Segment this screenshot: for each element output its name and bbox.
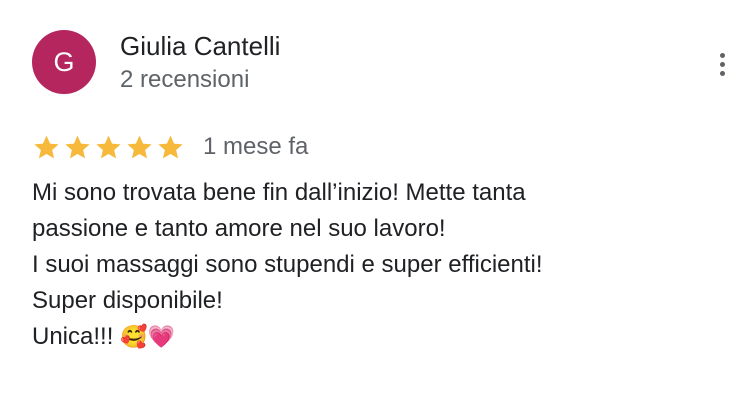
star-icon bbox=[34, 135, 59, 158]
avatar[interactable]: G bbox=[32, 30, 96, 94]
more-vert-icon-dot bbox=[719, 61, 725, 67]
review-line: I suoi massaggi sono stupendi e super ef… bbox=[32, 251, 543, 278]
star-icon bbox=[96, 135, 121, 158]
review-line: Super disponibile! bbox=[32, 287, 223, 314]
more-vert-icon-dot bbox=[719, 70, 725, 76]
review-line: passione e tanto amore nel suo lavoro! bbox=[32, 215, 446, 242]
emoji-icons: 🥰💗 bbox=[120, 325, 175, 350]
more-options-button[interactable] bbox=[708, 48, 736, 80]
review-last-line: Unica!!! 🥰💗 bbox=[32, 319, 732, 356]
star-icon bbox=[65, 135, 90, 158]
star-icon bbox=[127, 135, 152, 158]
rating-row: 1 mese fa bbox=[32, 132, 308, 162]
review-line: Unica!!! bbox=[32, 323, 114, 350]
review-text: Mi sono trovata bene fin dall’inizio! Me… bbox=[32, 175, 732, 356]
author-review-count[interactable]: 2 recensioni bbox=[120, 65, 249, 95]
avatar-initial: G bbox=[53, 46, 75, 77]
star-icon bbox=[158, 135, 183, 158]
star-rating bbox=[32, 133, 185, 162]
author-name[interactable]: Giulia Cantelli bbox=[120, 30, 280, 62]
review-time: 1 mese fa bbox=[203, 133, 309, 160]
more-vert-icon bbox=[719, 52, 725, 58]
review-line: Mi sono trovata bene fin dall’inizio! Me… bbox=[32, 179, 526, 206]
